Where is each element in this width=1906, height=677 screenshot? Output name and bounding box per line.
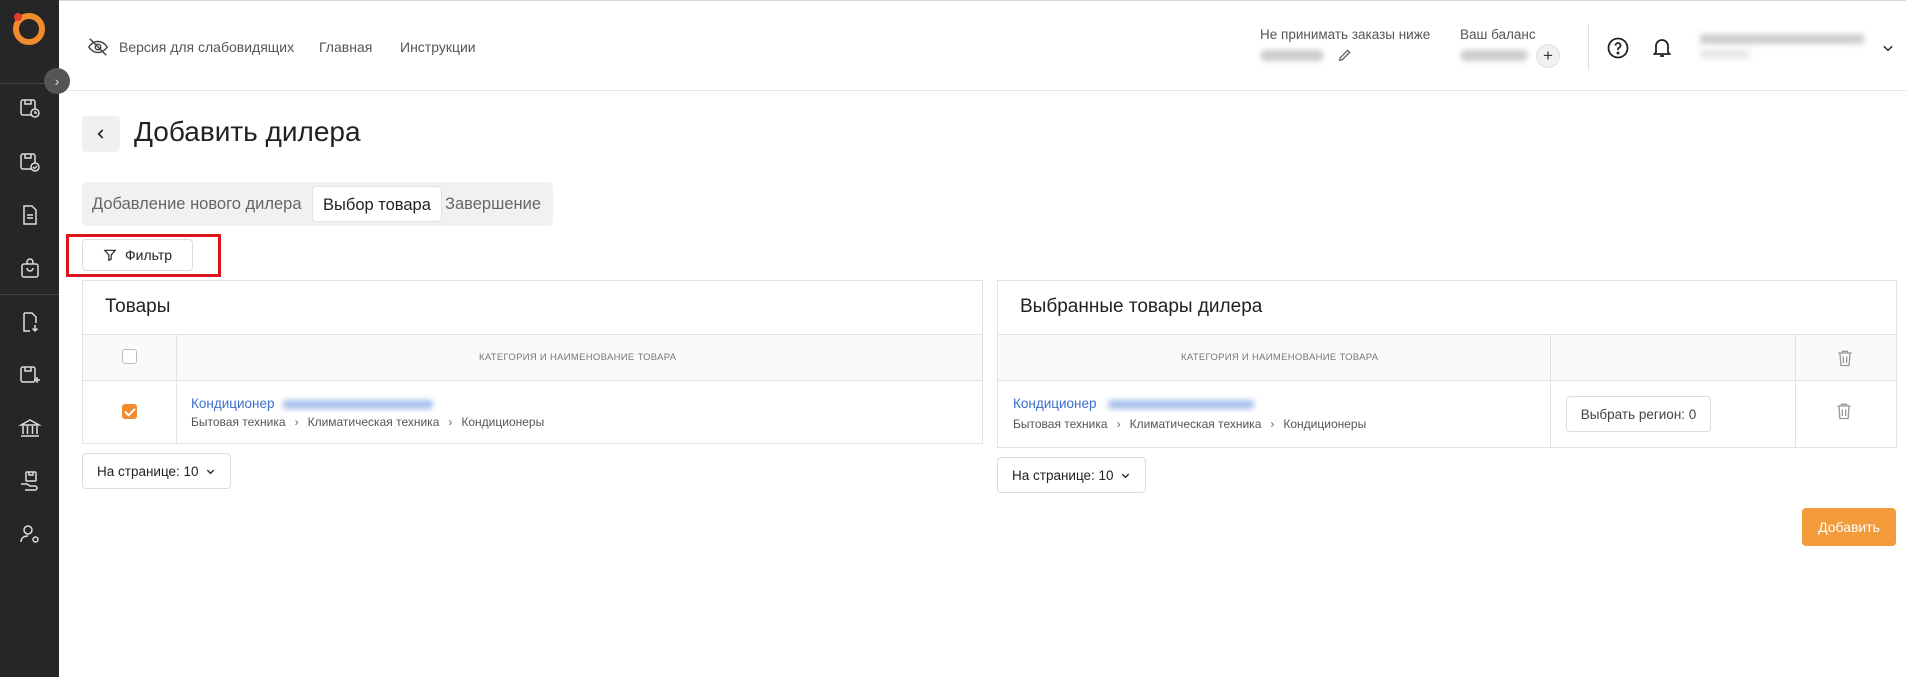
selected-products-panel: Выбранные товары дилера КАТЕГОРИЯ И НАИМ… xyxy=(997,280,1897,448)
filter-button[interactable]: Фильтр xyxy=(82,239,193,271)
filter-label: Фильтр xyxy=(124,247,173,263)
add-balance-button[interactable]: + xyxy=(1536,44,1560,68)
nav-link-instructions[interactable]: Инструкции xyxy=(400,39,476,55)
filter-icon xyxy=(103,249,117,262)
products-panel: Товары КАТЕГОРИЯ И НАИМЕНОВАНИЕ ТОВАРА К… xyxy=(82,280,983,444)
nav-link-home[interactable]: Главная xyxy=(319,39,372,55)
sidebar-item-documents[interactable] xyxy=(0,189,59,241)
trash-icon[interactable] xyxy=(1835,348,1855,368)
trash-icon[interactable] xyxy=(1834,401,1854,421)
sidebar-item-user-settings[interactable] xyxy=(0,508,59,560)
sidebar: › xyxy=(0,0,70,677)
chevron-down-icon xyxy=(206,469,214,474)
sidebar-item-import[interactable] xyxy=(0,296,59,348)
bell-icon[interactable] xyxy=(1650,35,1674,59)
selected-product-name-redacted xyxy=(1108,400,1254,409)
tab-new-dealer[interactable]: Добавление нового дилера xyxy=(82,186,312,222)
eye-off-icon[interactable] xyxy=(87,36,109,58)
chevron-left-icon xyxy=(97,129,104,139)
sidebar-item-bag[interactable] xyxy=(0,242,59,294)
page-title: Добавить дилера xyxy=(134,116,361,147)
logo-icon[interactable] xyxy=(10,10,46,46)
bank-icon xyxy=(17,419,42,437)
min-order-label: Не принимать заказы ниже xyxy=(1260,27,1431,42)
select-all-checkbox[interactable] xyxy=(122,349,137,364)
box-check-icon xyxy=(19,153,40,172)
box-clock-icon xyxy=(19,99,40,118)
document-icon xyxy=(22,205,37,225)
sidebar-item-bank[interactable] xyxy=(0,402,59,454)
pencil-icon[interactable] xyxy=(1337,47,1353,63)
selected-table-header: КАТЕГОРИЯ И НАИМЕНОВАНИЕ ТОВАРА xyxy=(998,334,1896,381)
file-download-icon xyxy=(22,312,38,333)
box-plus-icon xyxy=(19,366,40,383)
selected-column-header: КАТЕГОРИЯ И НАИМЕНОВАНИЕ ТОВАРА xyxy=(1181,352,1379,363)
back-button[interactable] xyxy=(82,116,120,152)
select-region-button[interactable]: Выбрать регион: 0 xyxy=(1566,396,1711,432)
selected-product-name-link[interactable]: Кондиционер xyxy=(1013,396,1097,411)
user-name-redacted[interactable] xyxy=(1700,34,1864,44)
help-icon[interactable] xyxy=(1606,36,1630,60)
product-name-link[interactable]: Кондиционер xyxy=(191,396,275,411)
wizard-tabs: Добавление нового дилера Выбор товара За… xyxy=(82,182,553,226)
chevron-down-icon xyxy=(1121,473,1129,478)
selected-products-title: Выбранные товары дилера xyxy=(1020,296,1263,317)
products-title: Товары xyxy=(105,296,171,317)
tab-product-selection[interactable]: Выбор товара xyxy=(312,186,442,222)
add-button[interactable]: Добавить xyxy=(1802,508,1896,546)
selected-product-category-breadcrumb: Бытовая техника › Климатическая техника › … xyxy=(1013,417,1367,431)
products-table-header: КАТЕГОРИЯ И НАИМЕНОВАНИЕ ТОВАРА xyxy=(83,334,982,381)
sidebar-item-orders-done[interactable] xyxy=(0,136,59,188)
sidebar-collapse-toggle[interactable]: › xyxy=(44,68,70,94)
user-gear-icon xyxy=(19,525,39,543)
selected-per-page-select[interactable]: На странице: 10 xyxy=(997,457,1146,493)
sidebar-item-add-product[interactable] xyxy=(0,349,59,401)
user-role-redacted xyxy=(1700,50,1750,58)
product-category-breadcrumb: Бытовая техника › Климатическая техника › … xyxy=(191,415,545,429)
row-checkbox[interactable] xyxy=(122,404,137,419)
products-per-page-select[interactable]: На странице: 10 xyxy=(82,453,231,489)
product-name-redacted xyxy=(283,400,433,409)
shopping-bag-icon xyxy=(20,258,39,278)
products-column-header: КАТЕГОРИЯ И НАИМЕНОВАНИЕ ТОВАРА xyxy=(479,352,677,363)
accessibility-link[interactable]: Версия для слабовидящих xyxy=(119,39,294,55)
tab-completion[interactable]: Завершение xyxy=(435,186,551,222)
sidebar-item-delivery[interactable] xyxy=(0,455,59,507)
balance-label: Ваш баланс xyxy=(1460,27,1536,42)
min-order-value-redacted xyxy=(1261,50,1323,61)
top-header: Версия для слабовидящих Главная Инструкц… xyxy=(59,0,1906,91)
chevron-down-icon[interactable] xyxy=(1881,41,1895,55)
balance-value-redacted xyxy=(1461,50,1527,61)
hand-box-icon xyxy=(20,471,38,491)
